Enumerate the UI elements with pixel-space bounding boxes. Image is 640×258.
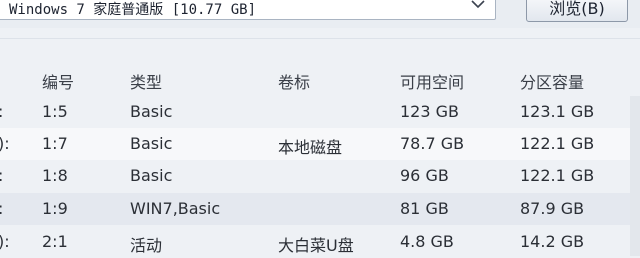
cell-type: Basic [130, 166, 173, 185]
table-row[interactable]: : 1:5 Basic 123 GB 123.1 GB [0, 96, 640, 128]
cell-id: 1:5 [42, 102, 68, 121]
cell-capacity: 123.1 GB [520, 102, 595, 121]
column-header-id[interactable]: 编号 [42, 69, 74, 93]
row-marker: : [0, 199, 3, 218]
toolbar: Windows 7 家庭普通版 [10.77 GB] 浏览(B) [0, 0, 640, 28]
column-header-capacity[interactable]: 分区容量 [520, 69, 584, 93]
browse-button[interactable]: 浏览(B) [526, 0, 628, 22]
cell-id: 1:9 [42, 199, 68, 218]
vertical-scrollbar[interactable] [630, 96, 640, 256]
row-marker: : [0, 166, 3, 185]
cell-capacity: 122.1 GB [520, 134, 595, 153]
column-header-label[interactable]: 卷标 [278, 69, 310, 93]
cell-free-space: 78.7 GB [400, 134, 465, 153]
os-image-select[interactable]: Windows 7 家庭普通版 [10.77 GB] [0, 0, 496, 20]
cell-capacity: 87.9 GB [520, 199, 585, 218]
cell-capacity: 14.2 GB [520, 232, 585, 251]
cell-free-space: 4.8 GB [400, 232, 454, 251]
cell-id: 1:7 [42, 134, 68, 153]
row-marker: ): [0, 134, 10, 153]
cell-id: 1:8 [42, 166, 68, 185]
table-row-selected[interactable]: : 1:9 WIN7,Basic 81 GB 87.9 GB [0, 193, 640, 225]
row-marker: : [0, 102, 3, 121]
table-row[interactable]: ): 2:1 活动 大白菜U盘 4.8 GB 14.2 GB [0, 226, 640, 258]
table-row[interactable]: ): 1:7 Basic 本地磁盘 78.7 GB 122.1 GB [0, 128, 640, 160]
table-row[interactable]: : 1:8 Basic 96 GB 122.1 GB [0, 160, 640, 192]
cell-free-space: 81 GB [400, 199, 449, 218]
column-header-free-space[interactable]: 可用空间 [400, 69, 464, 93]
cell-free-space: 96 GB [400, 166, 449, 185]
os-image-select-value: Windows 7 家庭普通版 [10.77 GB] [9, 2, 257, 18]
cell-type: Basic [130, 134, 173, 153]
cell-label: 本地磁盘 [278, 138, 343, 157]
cell-type: Basic [130, 102, 173, 121]
column-header-type[interactable]: 类型 [130, 69, 162, 93]
cell-type: WIN7,Basic [130, 199, 221, 218]
partition-table-header: 编号 类型 卷标 可用空间 分区容量 [0, 64, 640, 94]
cell-free-space: 123 GB [400, 102, 459, 121]
cell-label: 大白菜U盘 [278, 236, 354, 255]
cell-capacity: 122.1 GB [520, 166, 595, 185]
row-marker: ): [0, 232, 10, 251]
chevron-down-icon[interactable] [471, 0, 485, 9]
cell-id: 2:1 [42, 232, 68, 251]
divider [0, 38, 640, 39]
cell-type: 活动 [130, 236, 163, 255]
